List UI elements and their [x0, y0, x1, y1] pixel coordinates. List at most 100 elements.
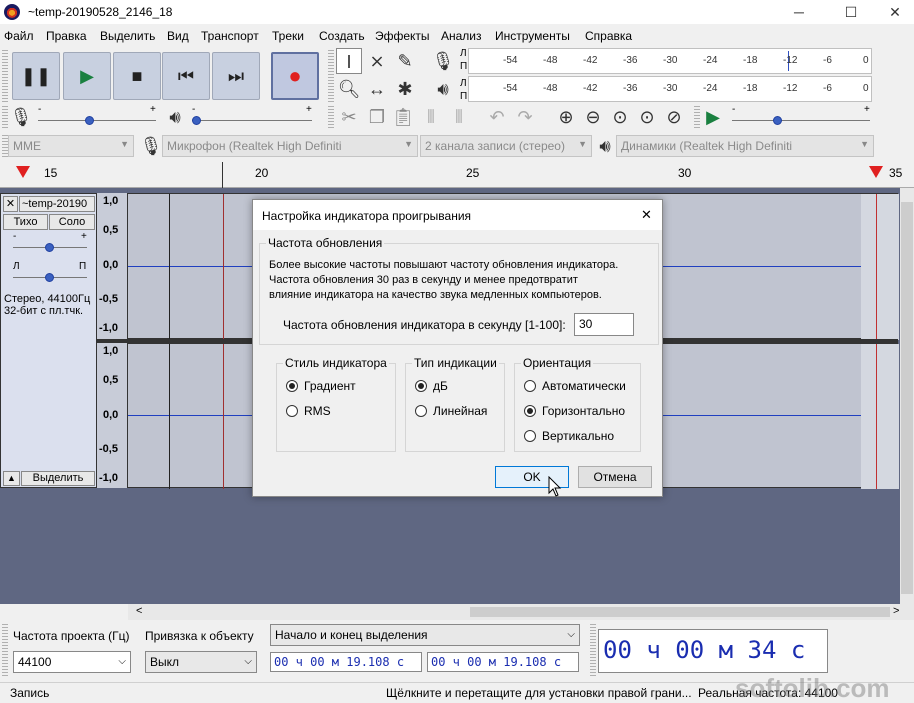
mouse-cursor-icon [548, 476, 562, 497]
undo-icon[interactable]: ↶ [484, 104, 510, 130]
skip-start-button[interactable]: ⏮ [162, 52, 210, 100]
type-db-radio[interactable] [415, 380, 427, 392]
type-linear-radio[interactable] [415, 405, 427, 417]
recording-device-select[interactable]: Микрофон (Realtek High Definiti ▼ [162, 135, 418, 157]
playhead-end-marker-icon[interactable] [869, 166, 883, 178]
audio-host-select[interactable]: MME ▼ [8, 135, 134, 157]
play-at-speed-icon[interactable]: ▶ [700, 104, 726, 130]
menu-generate[interactable]: Создать [319, 29, 365, 43]
dialog-close-button[interactable]: ✕ [641, 207, 652, 223]
trim-icon[interactable]: ⦀ [418, 104, 444, 130]
menu-tools[interactable]: Инструменты [495, 29, 570, 43]
play-button[interactable]: ▶ [63, 52, 111, 100]
draw-tool-icon[interactable]: ✎ [392, 48, 418, 74]
track-name-menu[interactable]: ~temp-20190 [19, 196, 95, 212]
selection-start-time[interactable]: 00 ч 00 м 19.108 с [270, 652, 422, 672]
orientation-horizontal-radio[interactable] [524, 405, 536, 417]
solo-button[interactable]: Соло [49, 214, 95, 230]
meter-tick-label: -42 [583, 83, 598, 94]
selection-grip[interactable] [2, 624, 8, 678]
orientation-auto-radio[interactable] [524, 380, 536, 392]
orientation-vertical-label[interactable]: Вертикально [542, 429, 614, 443]
vertical-scrollbar[interactable] [900, 188, 914, 604]
toolbar-grip[interactable] [2, 50, 8, 102]
refresh-rate-input[interactable]: 30 [574, 313, 634, 336]
zoom-toggle-icon[interactable]: ⊘ [661, 104, 687, 130]
play-volume-track[interactable] [192, 120, 312, 121]
orientation-horizontal-label[interactable]: Горизонтально [542, 404, 625, 418]
style-gradient-label[interactable]: Градиент [304, 379, 356, 393]
play-volume-knob[interactable] [192, 116, 201, 125]
select-track-button[interactable]: Выделить [21, 471, 95, 486]
play-meter-speaker-icon[interactable]: 🔊︎ [430, 76, 456, 102]
menu-view[interactable]: Вид [167, 29, 189, 43]
envelope-tool-icon[interactable]: ⨯ [364, 48, 390, 74]
menu-effects[interactable]: Эффекты [375, 29, 430, 43]
playhead-start-marker-icon[interactable] [16, 166, 30, 178]
paste-icon[interactable]: 📋︎ [390, 104, 416, 130]
tools-grip[interactable] [328, 50, 334, 102]
fit-selection-icon[interactable]: ⊙ [607, 104, 633, 130]
scroll-right-button[interactable]: > [893, 605, 899, 617]
fit-project-icon[interactable]: ⊙ [634, 104, 660, 130]
gain-slider-knob[interactable] [45, 243, 54, 252]
style-rms-label[interactable]: RMS [304, 404, 331, 418]
zoom-in-icon[interactable]: ⊕ [553, 104, 579, 130]
silence-icon[interactable]: ⦀ [446, 104, 472, 130]
horizontal-scroll-thumb[interactable] [470, 607, 890, 617]
timeline-ruler[interactable]: 15 20 25 30 35 [0, 162, 914, 188]
timeshift-tool-icon[interactable]: ↔ [364, 76, 390, 102]
menu-file[interactable]: Файл [4, 29, 34, 43]
snap-to-select[interactable]: Выкл ⌵ [145, 651, 257, 673]
selection-end-time[interactable]: 00 ч 00 м 19.108 с [427, 652, 579, 672]
menu-tracks[interactable]: Треки [272, 29, 304, 43]
project-rate-select[interactable]: 44100 ⌵ [13, 651, 131, 673]
track-control-panel[interactable]: ✕ ~temp-20190 Тихо Соло - + Л П Стерео, … [0, 193, 97, 488]
menu-help[interactable]: Справка [585, 29, 632, 43]
selection-mode-select[interactable]: Начало и конец выделения ⌵ [270, 624, 580, 646]
pan-slider-knob[interactable] [45, 273, 54, 282]
menu-select[interactable]: Выделить [100, 29, 155, 43]
menu-transport[interactable]: Транспорт [201, 29, 259, 43]
edit-grip[interactable] [328, 106, 334, 130]
pause-button[interactable]: ❚❚ [12, 52, 60, 100]
playback-device-select[interactable]: Динамики (Realtek High Definiti ▼ [616, 135, 874, 157]
multi-tool-icon[interactable]: ✱ [392, 76, 418, 102]
stop-button[interactable]: ■ [113, 52, 161, 100]
close-window-button[interactable]: ✕ [872, 0, 914, 24]
zoom-out-icon[interactable]: ⊖ [580, 104, 606, 130]
audio-position-display[interactable]: 00 ч 00 м 34 с [598, 629, 828, 673]
redo-icon[interactable]: ↷ [512, 104, 538, 130]
meter-style-group-title: Стиль индикатора [283, 356, 389, 370]
menu-analyze[interactable]: Анализ [441, 29, 482, 43]
track-close-button[interactable]: ✕ [3, 196, 18, 212]
scroll-left-button[interactable]: < [136, 605, 142, 617]
minimize-button[interactable]: ─ [776, 0, 822, 24]
record-volume-knob[interactable] [85, 116, 94, 125]
maximize-button[interactable]: ☐ [828, 0, 874, 24]
skip-end-button[interactable]: ⏭ [212, 52, 260, 100]
orientation-vertical-radio[interactable] [524, 430, 536, 442]
zoom-tool-icon[interactable]: 🔍︎ [336, 76, 362, 102]
record-button[interactable]: ● [271, 52, 319, 100]
horizontal-scrollbar[interactable]: < > [128, 604, 914, 620]
collapse-track-button[interactable]: ▲ [3, 471, 20, 486]
mute-button[interactable]: Тихо [3, 214, 48, 230]
speed-track[interactable] [732, 120, 870, 121]
orientation-auto-label[interactable]: Автоматически [542, 379, 626, 393]
cut-icon[interactable]: ✂ [336, 104, 362, 130]
type-linear-label[interactable]: Линейная [433, 404, 487, 418]
speed-knob[interactable] [773, 116, 782, 125]
style-gradient-radio[interactable] [286, 380, 298, 392]
vertical-scroll-thumb[interactable] [901, 202, 913, 594]
time-grip[interactable] [590, 624, 596, 678]
record-meter-mic-icon[interactable]: 🎙︎ [430, 48, 456, 74]
style-rms-radio[interactable] [286, 405, 298, 417]
menu-edit[interactable]: Правка [46, 29, 87, 43]
channels-select[interactable]: 2 канала записи (стерео) ▼ [420, 135, 592, 157]
record-volume-track[interactable] [38, 120, 156, 121]
cancel-button[interactable]: Отмена [578, 466, 652, 488]
copy-icon[interactable]: ❐ [364, 104, 390, 130]
selection-tool-icon[interactable]: I [336, 48, 362, 74]
type-db-label[interactable]: дБ [433, 379, 448, 393]
